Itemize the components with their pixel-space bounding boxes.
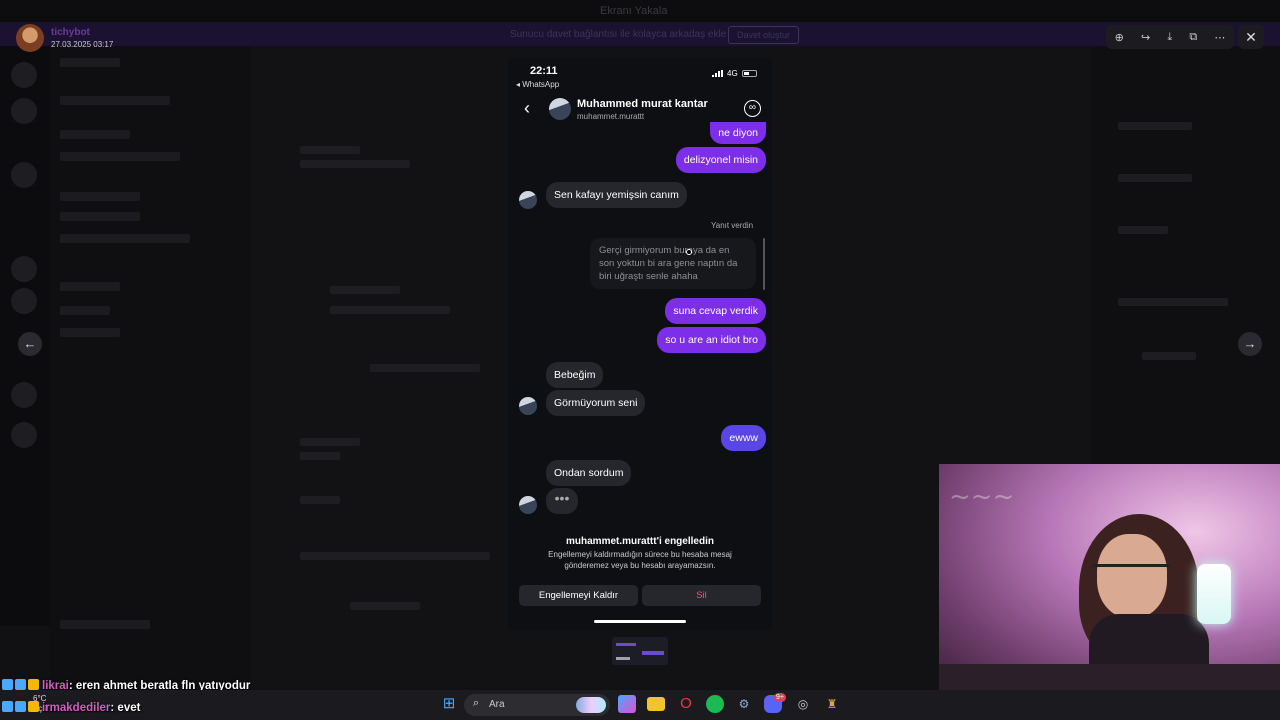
server-icon: [11, 162, 37, 188]
taskbar-search[interactable]: ⌕ Ara: [464, 694, 610, 716]
status-icons: 4G: [712, 69, 757, 78]
server-icon: [11, 256, 37, 282]
opera-icon[interactable]: O: [677, 695, 695, 713]
upload-date: 27.03.2025 03:17: [51, 40, 114, 49]
search-placeholder: Ara: [489, 699, 505, 710]
chat-overlay-line: irmakdediler: evet: [2, 701, 140, 714]
sender-avatar: [519, 496, 537, 514]
zoom-in-icon[interactable]: ⊕: [1115, 31, 1124, 44]
blocked-description: Engellemeyi kaldırmadığın sürece bu hesa…: [548, 550, 732, 570]
image-thumbnail[interactable]: [612, 637, 668, 665]
message-bubble-outgoing: suna cevap verdik: [665, 298, 766, 324]
message-bubble-outgoing: so u are an idiot bro: [657, 327, 766, 353]
windows-taskbar: 6°C Açık ⊞ ⌕ Ara O ⚙ 9+ ◎ ♜: [0, 690, 1280, 720]
battery-icon: [741, 70, 757, 77]
banner-button: Davet oluştur: [728, 26, 800, 44]
file-explorer-icon[interactable]: [647, 697, 665, 711]
status-time: 22:11: [530, 65, 558, 77]
link-icon: ∞: [744, 100, 761, 117]
previous-image-button[interactable]: ←: [18, 332, 42, 356]
contact-name: Muhammed murat kantar: [577, 98, 708, 110]
replied-label: Yanıt verdin: [711, 221, 754, 230]
server-icon: [11, 98, 37, 124]
windows-start-icon[interactable]: ⊞: [440, 695, 458, 713]
window-title: Ekranı Yakala: [600, 5, 668, 17]
spotify-icon[interactable]: [706, 695, 724, 713]
next-image-button[interactable]: →: [1238, 332, 1262, 356]
chat-badges: [2, 701, 42, 714]
server-icon: [11, 288, 37, 314]
sender-avatar: [519, 397, 537, 415]
discord-banner: Sunucu davet bağlantısı ile kolayca arka…: [0, 22, 1280, 46]
webcam-feed: ~~~: [939, 464, 1280, 690]
chat-message: : evet: [110, 702, 141, 714]
more-icon[interactable]: ⋯: [1214, 31, 1225, 44]
network-type: 4G: [727, 69, 738, 78]
discord-badge: 9+: [774, 693, 786, 702]
message-bubble-outgoing: ne diyon: [710, 122, 766, 144]
neon-sign: ~~~: [949, 482, 1015, 512]
close-viewer-button[interactable]: ✕: [1238, 25, 1264, 49]
unblock-button: Engellemeyi Kaldır: [519, 585, 638, 606]
sender-avatar: [519, 191, 537, 209]
back-arrow-icon: ‹: [524, 98, 530, 118]
app-icon[interactable]: ⚙: [735, 695, 753, 713]
message-bubble-outgoing: delizyonel misin: [675, 147, 766, 173]
contact-avatar: [549, 98, 571, 120]
share-icon[interactable]: ↪: [1141, 31, 1150, 44]
signal-icon: [712, 70, 723, 77]
contact-handle: muhammet.murattt: [577, 112, 645, 121]
quoted-reply: Gerçi girmiyorum buraya da en son yoktun…: [590, 238, 756, 289]
viewer-toolbar: ⊕ ↪ ⤓ ⧉ ⋯: [1106, 25, 1234, 49]
home-indicator: [594, 620, 686, 623]
typing-indicator: •••: [546, 488, 578, 514]
mouse-cursor: [686, 249, 692, 255]
channel-list: [50, 46, 250, 686]
message-bubble-outgoing: ewww: [721, 425, 766, 451]
chat-username: irmakdediler: [42, 702, 111, 714]
message-bubble-incoming: Bebeğim: [546, 362, 604, 388]
steam-icon[interactable]: ◎: [794, 695, 812, 713]
screen: Ekranı Yakala Sunucu davet bağlantısı il…: [0, 0, 1280, 720]
copilot-icon[interactable]: [618, 695, 636, 713]
microphone: [1197, 564, 1231, 624]
search-icon: ⌕: [473, 697, 480, 709]
message-bubble-incoming: Ondan sordum: [546, 460, 632, 486]
delete-button: Sil: [642, 585, 761, 606]
banner-text: Sunucu davet bağlantısı ile kolayca arka…: [510, 29, 727, 40]
server-icon: [11, 422, 37, 448]
discord-icon[interactable]: 9+: [764, 693, 786, 713]
search-highlight-icon: [576, 697, 606, 713]
open-external-icon[interactable]: ⧉: [1189, 31, 1197, 44]
server-icon: [11, 62, 37, 88]
uploader-name[interactable]: tichybot: [51, 27, 90, 38]
window-titlebar: Ekranı Yakala: [0, 0, 1280, 22]
uploader-avatar[interactable]: [16, 24, 44, 52]
blocked-title: muhammet.murattt'i engelledin: [566, 536, 714, 547]
download-icon[interactable]: ⤓: [1167, 31, 1172, 44]
league-of-legends-icon[interactable]: ♜: [823, 695, 841, 713]
reply-indicator: [763, 238, 765, 290]
message-bubble-incoming: Görmüyorum seni: [546, 390, 646, 416]
back-to-app: ◂ WhatsApp: [516, 80, 560, 89]
message-bubble-incoming: Sen kafayı yemişsin canım: [546, 182, 687, 208]
instagram-dm-screenshot: 22:11 ◂ WhatsApp 4G ‹ Muhammed murat kan…: [508, 58, 772, 630]
member-list: [1090, 46, 1280, 466]
server-icon: [11, 382, 37, 408]
